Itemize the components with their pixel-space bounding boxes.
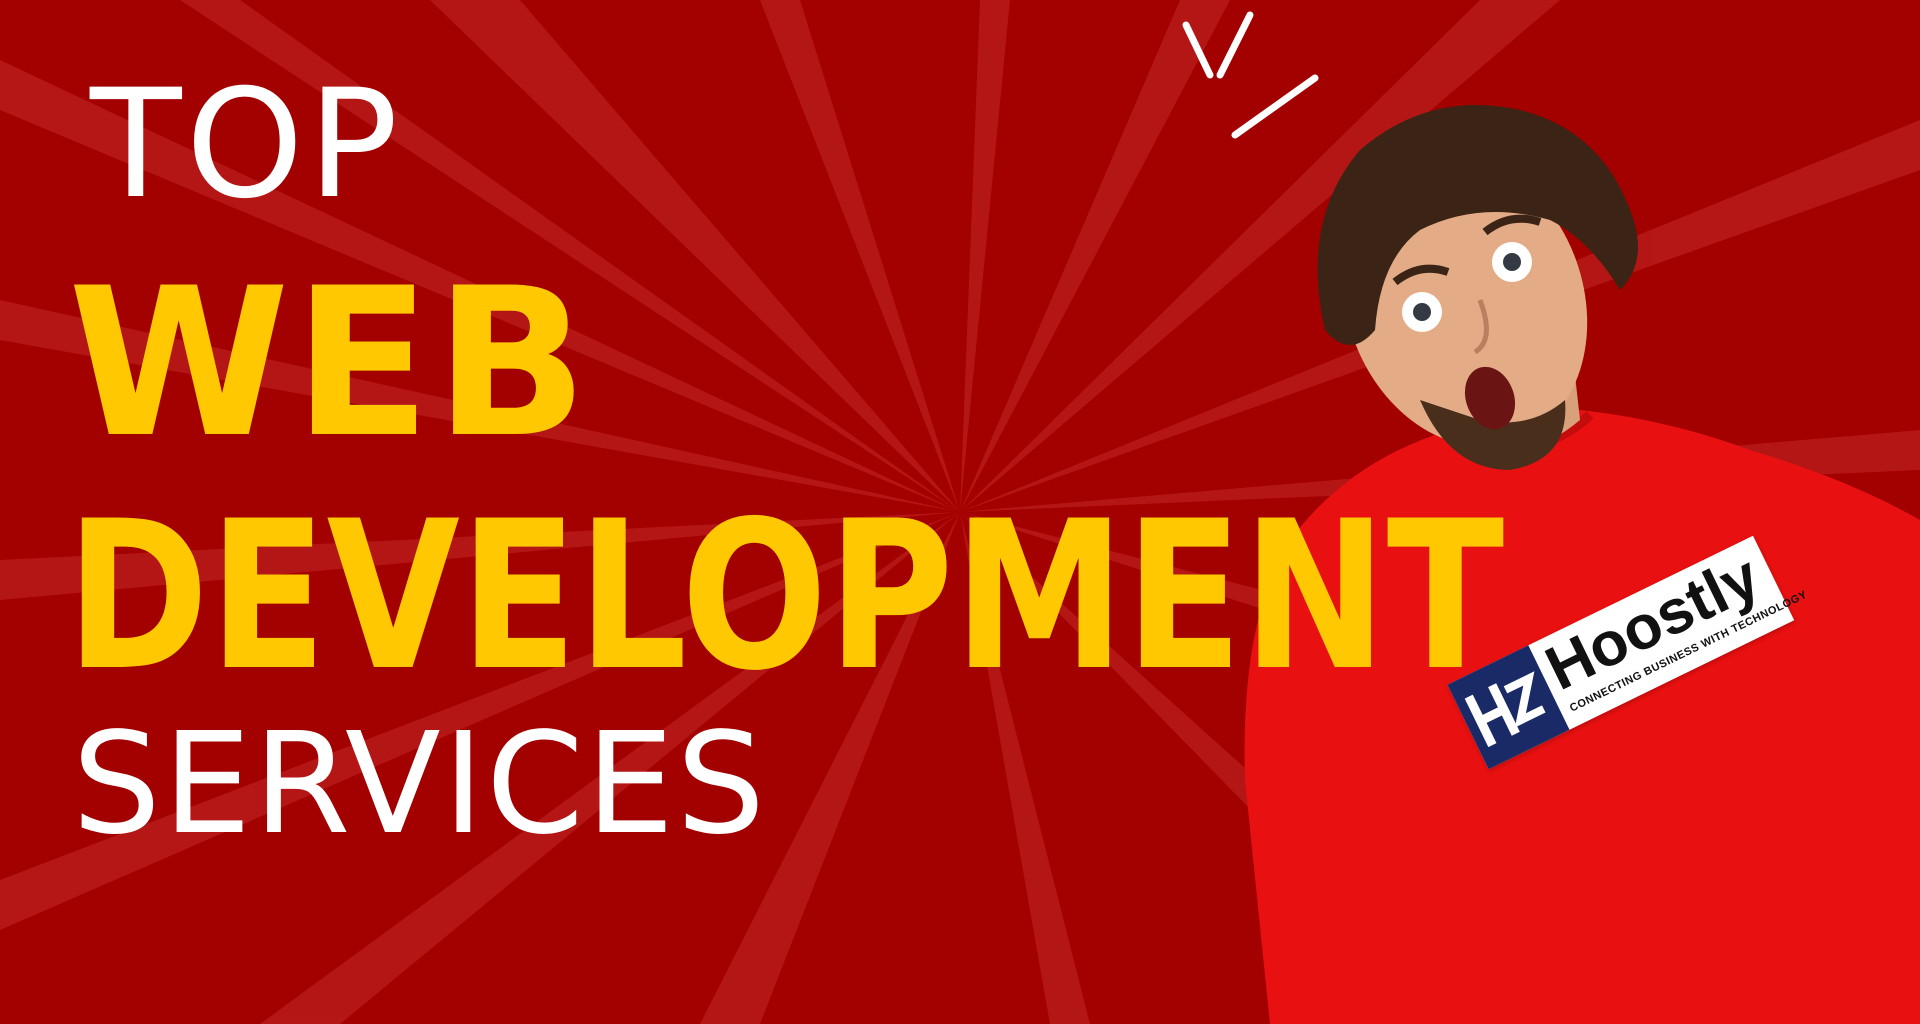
headline-development: DEVELOPMENT bbox=[66, 478, 1505, 716]
headline-top: TOP bbox=[90, 58, 403, 232]
headline-services: SERVICES bbox=[72, 703, 768, 866]
headline: TOP WEB DEVELOPMENT SERVICES bbox=[0, 0, 1920, 1024]
headline-web: WEB bbox=[68, 245, 592, 483]
